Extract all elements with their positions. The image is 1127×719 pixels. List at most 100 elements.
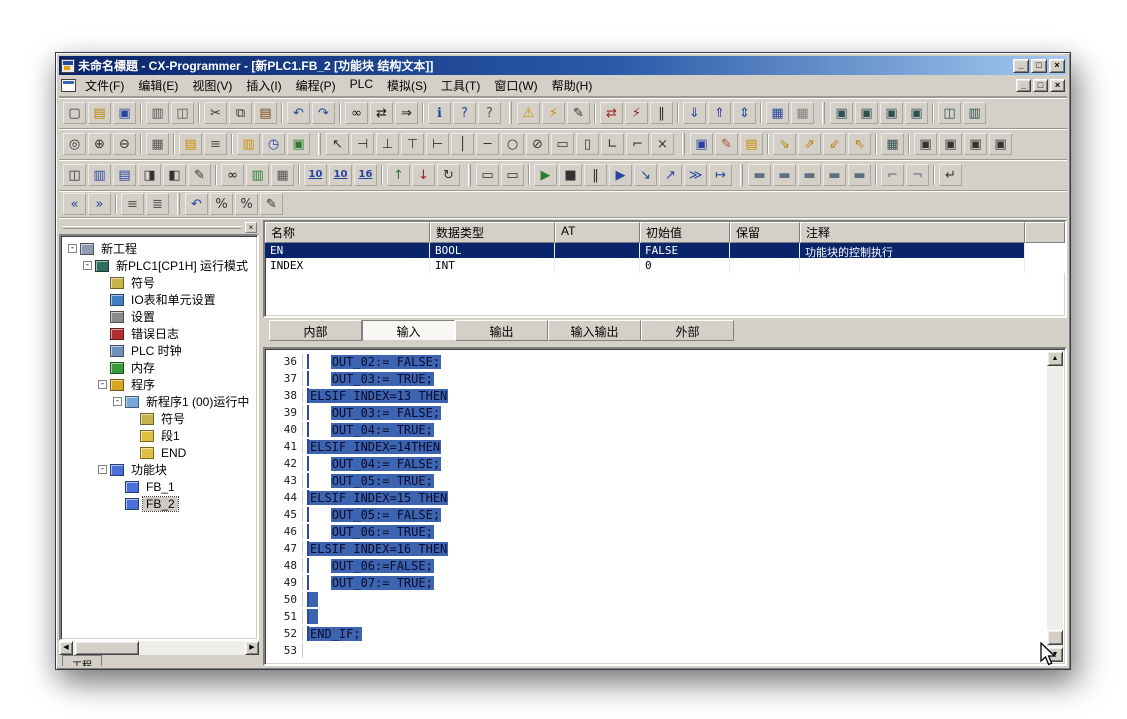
join-line-button[interactable]: ⌐ — [881, 164, 904, 186]
delete-rung-button[interactable]: ▬ — [798, 164, 821, 186]
online-edit-button[interactable]: ✎ — [567, 102, 590, 124]
child-restore-button[interactable]: □ — [1033, 79, 1048, 92]
menu-file[interactable]: 文件(F) — [78, 75, 131, 96]
auto-online-button[interactable]: ⚡ — [625, 102, 648, 124]
fb-external-button[interactable]: ⇖ — [848, 133, 871, 155]
new-closed-instruction-button[interactable]: ▯ — [576, 133, 599, 155]
select-tool-button[interactable]: ↖ — [326, 133, 349, 155]
inline-st-button[interactable]: ⌐ — [626, 133, 649, 155]
invoke-function-block-button[interactable]: ∟ — [601, 133, 624, 155]
view-window-4-button[interactable]: ▣ — [905, 102, 928, 124]
toolbar-grip[interactable] — [740, 164, 743, 186]
cross-reference-button[interactable]: ◨ — [138, 164, 161, 186]
fb-input-button[interactable]: ⇘ — [773, 133, 796, 155]
tab-in-out[interactable]: 输入输出 — [548, 320, 641, 341]
window-split-button[interactable]: ◫ — [63, 164, 86, 186]
fb-library-button[interactable]: ▤ — [740, 133, 763, 155]
column-header-name[interactable]: 名称 — [265, 222, 430, 243]
editor-vertical-scrollbar[interactable]: ▲ ▼ — [1047, 351, 1063, 662]
grid-button[interactable]: ▦ — [146, 133, 169, 155]
code-area[interactable]: 36 OUT_02:= FALSE;37 OUT_03:= TRUE;38ELS… — [267, 351, 1045, 662]
upload-from-plc-button[interactable]: ⇑ — [708, 102, 731, 124]
editor-line[interactable]: 53 — [273, 642, 1045, 659]
differential-monitor-button[interactable]: ▭ — [501, 164, 524, 186]
pause-monitor-button[interactable]: ▦ — [791, 102, 814, 124]
tree-horizontal-scrollbar[interactable]: ◀ ▶ — [59, 641, 259, 655]
step-run-button[interactable]: ▶ — [609, 164, 632, 186]
editor-line[interactable]: 49 OUT_07:= TRUE; — [273, 574, 1045, 591]
cascade-windows-button[interactable]: ◫ — [938, 102, 961, 124]
tree-item-io-table[interactable]: IO表和单元设置 — [64, 291, 254, 308]
copy-button[interactable]: ⧉ — [229, 102, 252, 124]
io-comment-button[interactable]: ▦ — [271, 164, 294, 186]
scrollbar-track[interactable] — [1047, 366, 1063, 647]
new-horizontal-line-button[interactable]: ─ — [476, 133, 499, 155]
maximize-button[interactable]: □ — [1031, 59, 1047, 73]
table-row[interactable]: INDEXINT0 — [265, 258, 1065, 273]
application-icon[interactable] — [61, 59, 75, 73]
new-contact-button[interactable]: ⊣ — [351, 133, 374, 155]
editor-line[interactable]: 51 — [273, 608, 1045, 625]
zoom-in-button[interactable]: ⊕ — [88, 133, 111, 155]
workspace-close-button[interactable]: × — [245, 222, 257, 233]
watch-grid-button[interactable]: ▦ — [881, 133, 904, 155]
toolbar-grip[interactable] — [822, 102, 825, 124]
open-button[interactable]: ▤ — [88, 102, 111, 124]
insert-row-button[interactable]: ▬ — [823, 164, 846, 186]
save-button[interactable]: ▣ — [113, 102, 136, 124]
context-help-button[interactable]: ? — [478, 102, 501, 124]
fb-view-2-button[interactable]: ▣ — [939, 133, 962, 155]
menu-simulation[interactable]: 模拟(S) — [380, 75, 434, 96]
st-zoom-in-button[interactable]: % — [210, 193, 233, 215]
table-row[interactable]: ENBOOLFALSE功能块的控制执行 — [265, 243, 1065, 258]
tree-item-settings[interactable]: 设置 — [64, 308, 254, 325]
zoom-out-button[interactable]: ⊖ — [113, 133, 136, 155]
scrollbar-track[interactable] — [73, 641, 245, 655]
menu-edit[interactable]: 编辑(E) — [131, 75, 185, 96]
editor-line[interactable]: 46 OUT_06:= TRUE; — [273, 523, 1045, 540]
continuous-step-button[interactable]: ≫ — [684, 164, 707, 186]
workspace-grip[interactable] — [63, 226, 241, 229]
insert-rung-above-button[interactable]: ▬ — [748, 164, 771, 186]
tile-windows-button[interactable]: ▥ — [963, 102, 986, 124]
undo-button[interactable]: ↶ — [287, 102, 310, 124]
delete-row-button[interactable]: ▬ — [848, 164, 871, 186]
help-button[interactable]: ? — [453, 102, 476, 124]
tree-item-project[interactable]: -新工程 — [64, 240, 254, 257]
delete-tool-button[interactable]: × — [651, 133, 674, 155]
return-button[interactable]: ↵ — [939, 164, 962, 186]
document-icon[interactable] — [61, 79, 76, 92]
editor-line[interactable]: 43 OUT_05:= TRUE; — [273, 472, 1045, 489]
scroll-right-button[interactable]: ▶ — [245, 641, 259, 655]
output-window-button[interactable]: ▤ — [113, 164, 136, 186]
cut-button[interactable]: ✂ — [204, 102, 227, 124]
tree-expand-icon[interactable]: - — [98, 465, 107, 474]
new-coil-button[interactable]: ○ — [501, 133, 524, 155]
toolbar-grip[interactable] — [682, 133, 685, 155]
fb-output-button[interactable]: ⇗ — [798, 133, 821, 155]
new-instruction-button[interactable]: ▭ — [551, 133, 574, 155]
menu-tools[interactable]: 工具(T) — [434, 75, 487, 96]
editor-line[interactable]: 37 OUT_03:= TRUE; — [273, 370, 1045, 387]
outdent-button[interactable]: » — [88, 193, 111, 215]
style-button[interactable]: ▥ — [237, 133, 260, 155]
minimize-button[interactable]: _ — [1013, 59, 1029, 73]
fb-view-3-button[interactable]: ▣ — [964, 133, 987, 155]
work-online-button[interactable]: ⇄ — [600, 102, 623, 124]
st-font-button[interactable]: ✎ — [260, 193, 283, 215]
tree-expand-icon[interactable]: - — [83, 261, 92, 270]
new-closed-coil-button[interactable]: ⊘ — [526, 133, 549, 155]
menu-program[interactable]: 编程(P) — [289, 75, 343, 96]
run-simulation-button[interactable]: ▶ — [534, 164, 557, 186]
tree-item-plc-clock[interactable]: PLC 时钟 — [64, 342, 254, 359]
find-next-button[interactable]: ⇒ — [395, 102, 418, 124]
local-window-button[interactable]: ◧ — [163, 164, 186, 186]
scan-run-button[interactable]: ↦ — [709, 164, 732, 186]
tree-item-fb2[interactable]: FB_2 — [64, 495, 254, 512]
tree-item-end[interactable]: END — [64, 444, 254, 461]
replace-button[interactable]: ⇄ — [370, 102, 393, 124]
redo-button[interactable]: ↷ — [312, 102, 335, 124]
compile-all-button[interactable]: ⚡ — [542, 102, 565, 124]
toolbar-grip[interactable] — [318, 133, 321, 155]
new-or-closed-contact-button[interactable]: ⊢ — [426, 133, 449, 155]
